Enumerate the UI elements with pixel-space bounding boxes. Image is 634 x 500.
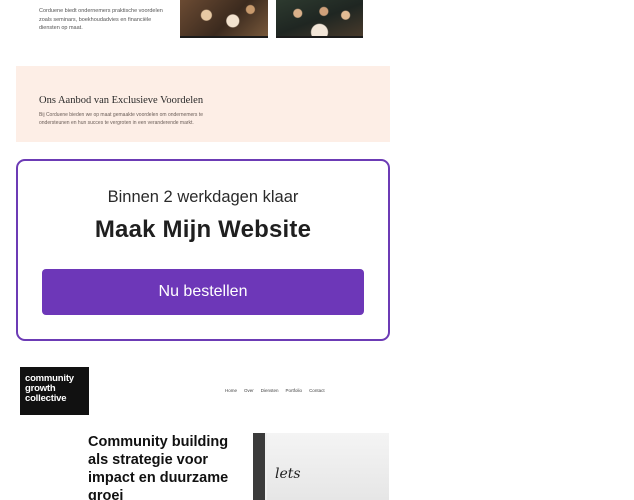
preview-offer-section: Ons Aanbod van Exclusieve Voordelen Bij … xyxy=(16,66,390,142)
preview-nav-home: Home xyxy=(225,388,238,393)
website-preview-bottom[interactable]: community growth collective Home Over Di… xyxy=(16,361,390,500)
preview-intro-section: Corduene biedt ondernemers praktische vo… xyxy=(16,0,390,66)
preview-nav-over: Over xyxy=(244,388,254,393)
delivery-time-text: Binnen 2 werkdagen klaar xyxy=(107,188,299,206)
preview-offer-text: Bij Corduene bieden we op maat gemaakte … xyxy=(39,112,203,126)
whiteboard-scribble: lets xyxy=(275,466,301,482)
community-growth-logo: community growth collective xyxy=(20,367,89,415)
order-card-title: Maak Mijn Website xyxy=(94,216,312,243)
order-card: Binnen 2 werkdagen klaar Maak Mijn Websi… xyxy=(16,159,390,341)
preview-hero-photo: lets xyxy=(253,433,389,500)
preview-nav-portfolio: Portfolio xyxy=(285,388,303,393)
preview-nav: Home Over Diensten Portfolio Contact xyxy=(225,388,325,393)
preview-photo-meeting xyxy=(276,0,363,38)
preview-intro-text: Corduene biedt ondernemers praktische vo… xyxy=(39,8,163,31)
preview-nav-contact: Contact xyxy=(309,388,325,393)
website-preview-top[interactable]: Corduene biedt ondernemers praktische vo… xyxy=(16,0,390,142)
preview-hero-title: Community building als strategie voor im… xyxy=(88,434,229,500)
preview-nav-diensten: Diensten xyxy=(260,388,279,393)
preview-photo-dinner xyxy=(180,0,268,38)
preview-offer-title: Ons Aanbod van Exclusieve Voordelen xyxy=(39,95,204,106)
order-now-button[interactable]: Nu bestellen xyxy=(42,269,364,315)
logo-line-3: collective xyxy=(25,393,67,404)
